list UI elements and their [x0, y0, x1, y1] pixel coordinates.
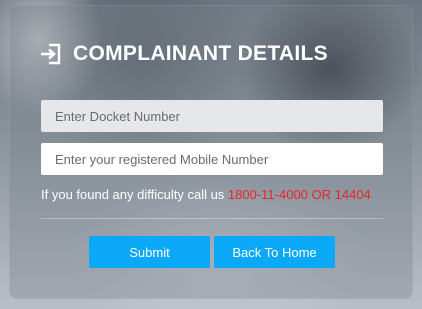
sign-in-icon: [40, 43, 62, 65]
divider: [41, 218, 383, 219]
submit-button[interactable]: Submit: [89, 236, 210, 268]
page-title-text: COMPLAINANT DETAILS: [73, 42, 328, 65]
help-text: If you found any difficulty call us 1800…: [41, 187, 371, 202]
page-title: COMPLAINANT DETAILS: [40, 42, 328, 66]
docket-number-input[interactable]: [41, 100, 383, 132]
help-text-label: If you found any difficulty call us: [41, 187, 228, 202]
mobile-number-input[interactable]: [41, 143, 383, 175]
helpline-number: 1800-11-4000 OR 14404: [227, 187, 371, 202]
back-to-home-button[interactable]: Back To Home: [214, 236, 335, 268]
